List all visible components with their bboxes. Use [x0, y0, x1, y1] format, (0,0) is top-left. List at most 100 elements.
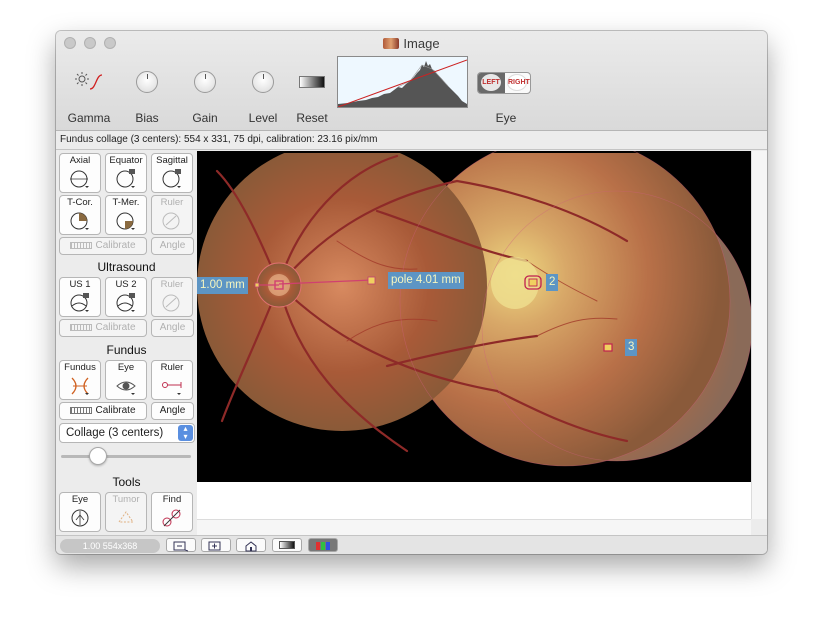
t-mer-eye-icon [116, 212, 135, 230]
horizontal-scrollbar[interactable] [197, 519, 751, 535]
bias-knob[interactable] [136, 71, 158, 93]
t-cor-button[interactable]: T-Cor. [59, 195, 101, 235]
ruler-icon-us [70, 324, 93, 331]
angle-button-top[interactable]: Angle [151, 237, 194, 255]
us-ruler-label: Ruler [160, 279, 184, 290]
us2-button[interactable]: US 2 [105, 277, 147, 317]
ruler-eye-icon [162, 212, 180, 230]
equator-button[interactable]: Equator [105, 153, 147, 193]
eye-globe-icon [71, 509, 89, 527]
ruler-button-top[interactable]: Ruler [151, 195, 193, 235]
angle-button-fundus[interactable]: Angle [151, 402, 194, 420]
tumor-icon [118, 511, 134, 523]
t-cor-eye-icon [70, 212, 89, 230]
sagittal-label: Sagittal [156, 155, 188, 166]
collage-select[interactable]: Collage (3 centers) ▴ ▾ [59, 423, 195, 443]
vertical-scrollbar[interactable] [751, 151, 767, 519]
tools-eye-button[interactable]: Eye [59, 492, 101, 532]
bottom-bar: 1.00 554x368 [56, 535, 767, 554]
us1-label: US 1 [69, 279, 91, 290]
us1-eye-icon [70, 293, 89, 312]
fundus-thumbnail-icon [383, 38, 400, 49]
angle-button-us[interactable]: Angle [151, 319, 194, 337]
grayscale-icon [279, 541, 295, 549]
reset-gradient-button[interactable] [299, 76, 325, 88]
home-icon [245, 541, 257, 552]
home-button[interactable] [236, 538, 266, 552]
tools-title: Tools [112, 475, 141, 489]
equator-label: Equator [109, 155, 143, 166]
image-window: Image Gamma Bias Gain Level Reset LEFT R… [56, 31, 767, 554]
calibrate-button-top[interactable]: Calibrate [59, 237, 147, 255]
histogram-chart [337, 57, 468, 108]
zoom-readout: 1.00 554x368 [60, 539, 160, 553]
grayscale-button[interactable] [272, 538, 302, 552]
zoom-in-button[interactable] [201, 538, 231, 552]
fundus-icon [71, 377, 89, 395]
fundus-image-canvas[interactable]: 1.00 mm pole 4.01 mm 2 3 [197, 151, 751, 519]
tumor-button[interactable]: Tumor [105, 492, 147, 532]
canvas-empty-area [197, 482, 751, 519]
tools-eye-label: Eye [71, 494, 89, 505]
collage-select-value: Collage (3 centers) [66, 427, 164, 439]
us-ruler-icon [162, 294, 180, 312]
center-3-label[interactable]: 3 [625, 339, 638, 356]
eye-toggle[interactable]: LEFT RIGHT [477, 72, 531, 94]
fundus-button[interactable]: Fundus [59, 360, 101, 400]
eye-left-option[interactable]: LEFT [478, 73, 505, 93]
t-cor-label: T-Cor. [67, 197, 93, 208]
calibrate-button-fundus[interactable]: Calibrate [59, 402, 147, 420]
color-channels-button[interactable] [308, 538, 338, 552]
zoom-out-button[interactable] [166, 538, 196, 552]
us-ruler-button[interactable]: Ruler [151, 277, 193, 317]
fundus-eye-button[interactable]: Eye [105, 360, 147, 400]
equator-eye-icon [116, 169, 135, 188]
gain-label: Gain [192, 111, 218, 125]
disc-edge-marker[interactable] [254, 282, 260, 288]
select-arrows-icon: ▴ ▾ [178, 425, 193, 441]
slider-thumb[interactable] [89, 447, 107, 465]
sagittal-button[interactable]: Sagittal [151, 153, 193, 193]
gamma-control[interactable] [72, 67, 106, 97]
eye-label: Eye [495, 111, 517, 125]
pole-measure-label[interactable]: pole 4.01 mm [388, 272, 464, 289]
ruler-top-label: Ruler [160, 197, 184, 208]
center-2-label[interactable]: 2 [546, 274, 559, 291]
tumor-label: Tumor [112, 494, 140, 505]
gain-knob[interactable] [194, 71, 216, 93]
center-3-marker[interactable] [603, 343, 613, 352]
reset-label: Reset [296, 111, 328, 125]
find-button[interactable]: Find [151, 492, 193, 532]
calibrate-button-us[interactable]: Calibrate [59, 319, 147, 337]
window-title-text: Image [403, 36, 440, 51]
fundus-eye-label: Eye [117, 362, 135, 373]
sidebar: Axial Equator Sagittal T-Cor. T-Mer. Rul… [56, 151, 197, 536]
title-toolbar: Image Gamma Bias Gain Level Reset LEFT R… [56, 31, 767, 131]
calibrate-us-label: Calibrate [95, 322, 136, 333]
bias-label: Bias [135, 111, 159, 125]
fundus-ruler-button[interactable]: Ruler [151, 360, 193, 400]
ruler-icon-fundus [70, 407, 93, 414]
t-mer-button[interactable]: T-Mer. [105, 195, 147, 235]
us1-button[interactable]: US 1 [59, 277, 101, 317]
fundus-collage-image [197, 151, 751, 519]
axial-label: Axial [69, 155, 91, 166]
eye-right-option[interactable]: RIGHT [505, 73, 530, 93]
zoom-out-icon [173, 541, 189, 552]
slider-track[interactable] [61, 455, 191, 458]
axial-button[interactable]: Axial [59, 153, 101, 193]
measure-disc-label[interactable]: 1.00 mm [197, 277, 248, 294]
pole-endpoint-marker[interactable] [367, 276, 376, 285]
ruler-icon [70, 242, 93, 249]
rgb-channels-icon [316, 542, 330, 550]
calibrate-top-label: Calibrate [95, 240, 136, 251]
eye-icon [116, 381, 136, 395]
fundus-ruler-icon [162, 382, 182, 395]
axial-eye-icon [70, 170, 89, 188]
eye-left-label: LEFT [481, 74, 501, 91]
fundus-label: Fundus [64, 362, 96, 373]
histogram-panel[interactable] [337, 56, 468, 108]
level-knob[interactable] [252, 71, 274, 93]
find-icon [162, 509, 181, 527]
ultrasound-title: Ultrasound [97, 260, 156, 274]
